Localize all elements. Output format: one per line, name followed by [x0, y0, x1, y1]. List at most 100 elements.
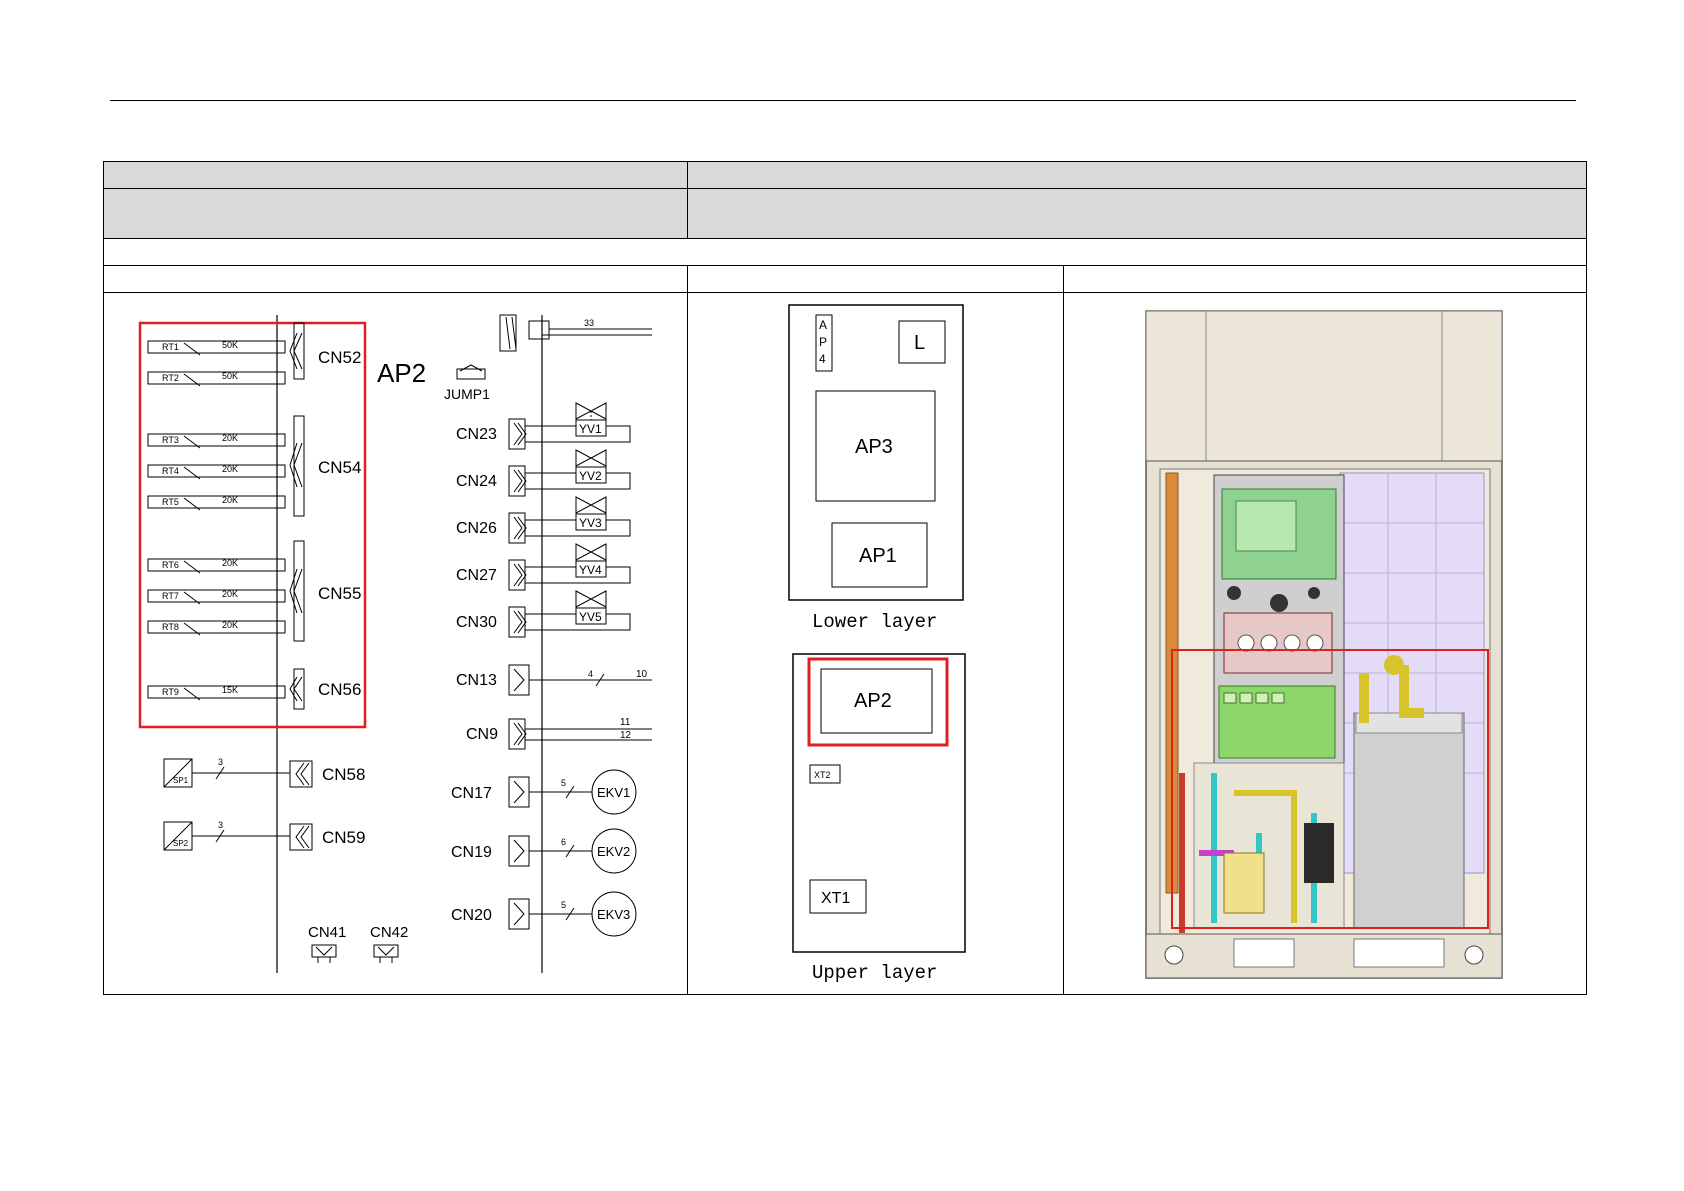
sensor-connector-cn55: CN55 RT6 20K RT7 20K RT8 20K — [147, 540, 361, 642]
svg-text:CN59: CN59 — [322, 828, 365, 847]
unit-illustration-cell — [1064, 293, 1587, 995]
svg-text:EKV2: EKV2 — [597, 844, 630, 859]
svg-text:XT1: XT1 — [821, 890, 850, 907]
svg-text:SP1: SP1 — [173, 776, 189, 785]
svg-text:3: 3 — [218, 820, 223, 830]
svg-text:RT9: RT9 — [162, 687, 179, 697]
svg-text:33: 33 — [584, 318, 594, 328]
svg-text:CN20: CN20 — [451, 907, 492, 924]
jumper-jump1: JUMP1 — [444, 364, 490, 402]
lower-layer-caption: Lower layer — [812, 611, 937, 633]
svg-text:CN30: CN30 — [456, 614, 497, 631]
svg-text:20K: 20K — [222, 495, 238, 505]
svg-text:4: 4 — [819, 352, 826, 366]
svg-text:15K: 15K — [222, 685, 238, 695]
connector-cn42: CN42 — [370, 924, 408, 963]
top-wire: 33 — [499, 314, 652, 352]
table-header-row-2 — [104, 189, 1586, 239]
expansion-valve-ekv2: CN19 6 EKV2 — [451, 828, 637, 874]
svg-text:12: 12 — [620, 730, 632, 741]
spec-table: CN52 RT1 50K RT2 50K CN54 RT3 20K RT4 20… — [103, 161, 1587, 995]
column-divider — [687, 162, 688, 239]
connector-label: CN52 — [318, 348, 361, 367]
sensor-rt6: RT6 20K — [147, 558, 286, 574]
sensor-connector-cn52: CN52 RT1 50K RT2 50K — [147, 322, 361, 387]
svg-text:20K: 20K — [222, 620, 238, 630]
svg-text:YV3: YV3 — [579, 516, 602, 530]
svg-text:4: 4 — [588, 669, 593, 679]
svg-text:RT1: RT1 — [162, 342, 179, 352]
wiring-diagram: CN52 RT1 50K RT2 50K CN54 RT3 20K RT4 20… — [138, 314, 652, 973]
sensor-connector-cn56: CN56 RT9 15K — [147, 668, 361, 710]
unit-illustration — [1145, 310, 1503, 979]
sensor-rt2: RT2 50K — [147, 371, 286, 387]
svg-text:SP2: SP2 — [173, 839, 189, 848]
svg-text:CN55: CN55 — [318, 584, 361, 603]
sensor-rt3: RT3 20K — [147, 433, 286, 449]
svg-text:P: P — [819, 335, 827, 349]
svg-text:10: 10 — [636, 669, 648, 680]
sensor-rt1: RT1 50K — [147, 340, 286, 356]
svg-text:CN17: CN17 — [451, 785, 492, 802]
svg-text:5: 5 — [561, 900, 566, 910]
svg-text:RT7: RT7 — [162, 591, 179, 601]
expansion-valve-ekv3: CN20 5 EKV3 — [451, 891, 637, 937]
svg-text:CN9: CN9 — [466, 726, 498, 743]
upper-layer-caption: Upper layer — [812, 962, 937, 984]
svg-text:JUMP1: JUMP1 — [444, 386, 490, 402]
table-section-row — [104, 239, 1586, 266]
svg-text:EKV3: EKV3 — [597, 907, 630, 922]
sensor-rt5: RT5 20K — [147, 495, 286, 511]
sensor-rt9: RT9 15K — [147, 685, 286, 701]
table-subheader-row — [104, 266, 1586, 293]
svg-text:RT3: RT3 — [162, 435, 179, 445]
svg-text:20K: 20K — [222, 589, 238, 599]
svg-text:20K: 20K — [222, 558, 238, 568]
svg-text:RT2: RT2 — [162, 373, 179, 383]
svg-text:CN42: CN42 — [370, 924, 408, 941]
valve-yv1: CN23 YV1 — [456, 402, 631, 450]
svg-text:AP2: AP2 — [854, 690, 892, 712]
svg-text:CN54: CN54 — [318, 458, 361, 477]
svg-text:CN19: CN19 — [451, 844, 492, 861]
svg-text:20K: 20K — [222, 433, 238, 443]
svg-text:AP3: AP3 — [855, 436, 893, 458]
sensor-connector-cn54: CN54 RT3 20K RT4 20K RT5 20K — [147, 415, 361, 517]
svg-text:CN27: CN27 — [456, 567, 497, 584]
svg-text:YV1: YV1 — [579, 422, 602, 436]
svg-text:YV2: YV2 — [579, 469, 602, 483]
comm-cn13: CN13 4 10 — [456, 664, 652, 696]
svg-text:L: L — [914, 332, 925, 354]
board-layout-cell: A P 4 L AP3 AP1 Lower layer AP2 XT2 XT1 … — [688, 293, 1063, 995]
sensor-rt4: RT4 20K — [147, 464, 286, 480]
svg-text:XT2: XT2 — [814, 770, 831, 780]
svg-text:RT4: RT4 — [162, 466, 179, 476]
board-title: AP2 — [377, 358, 426, 388]
svg-text:RT8: RT8 — [162, 622, 179, 632]
comm-cn9: CN9 11 12 — [466, 717, 652, 750]
svg-text:3: 3 — [218, 757, 223, 767]
valve-yv3: CN26 YV3 — [456, 496, 631, 544]
svg-text:CN13: CN13 — [456, 672, 497, 689]
board-layout: A P 4 L AP3 AP1 Lower layer AP2 XT2 XT1 … — [788, 304, 966, 984]
valve-yv2: CN24 YV2 — [456, 449, 631, 497]
svg-text:YV4: YV4 — [579, 563, 602, 577]
valve-yv4: CN27 YV4 — [456, 543, 631, 591]
svg-text:RT5: RT5 — [162, 497, 179, 507]
valve-yv5: CN30 YV5 — [456, 590, 631, 638]
connector-cn41: CN41 — [308, 924, 346, 963]
expansion-valve-ekv1: CN17 5 EKV1 — [451, 769, 637, 815]
svg-text:20K: 20K — [222, 464, 238, 474]
header-rule — [110, 100, 1576, 101]
svg-text:5: 5 — [561, 778, 566, 788]
pressure-sensor-sp1: SP1 3 CN58 — [163, 757, 365, 788]
svg-text:CN24: CN24 — [456, 473, 497, 490]
sensor-rt8: RT8 20K — [147, 620, 286, 636]
svg-text:CN26: CN26 — [456, 520, 497, 537]
svg-text:CN58: CN58 — [322, 765, 365, 784]
svg-text:CN41: CN41 — [308, 924, 346, 941]
svg-text:RT6: RT6 — [162, 560, 179, 570]
sensor-rt7: RT7 20K — [147, 589, 286, 605]
svg-text:AP1: AP1 — [859, 545, 897, 567]
svg-text:11: 11 — [620, 717, 631, 728]
